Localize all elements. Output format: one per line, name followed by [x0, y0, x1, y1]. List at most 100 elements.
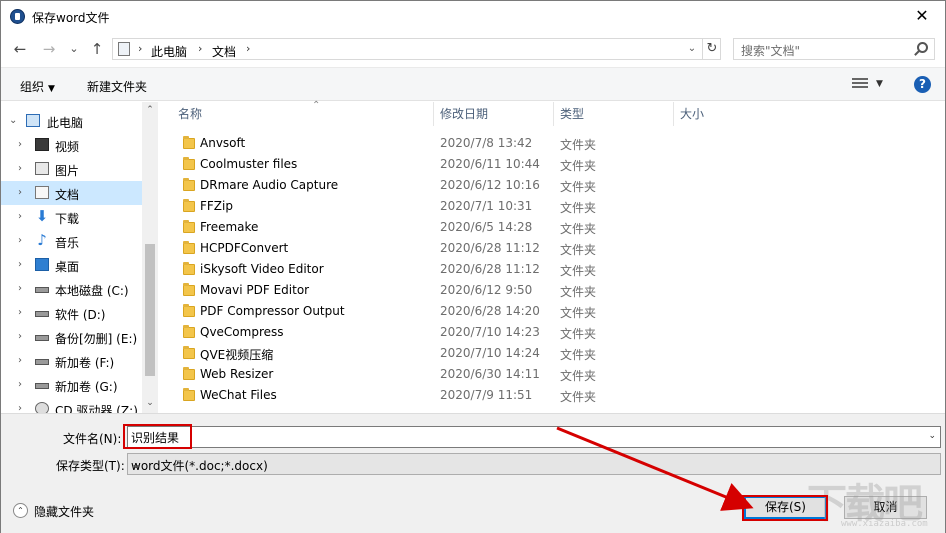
filename-field[interactable]: ⌄: [127, 426, 941, 448]
sidebar-item[interactable]: › 文档: [1, 181, 142, 205]
help-icon[interactable]: ?: [914, 76, 931, 93]
sidebar-item[interactable]: › ♪ 音乐: [1, 229, 142, 253]
organize-button[interactable]: 组织 ▼: [20, 78, 55, 95]
file-name: PDF Compressor Output: [200, 304, 345, 318]
file-date: 2020/7/10 14:24: [440, 346, 540, 360]
file-row[interactable]: iSkysoft Video Editor 2020/6/28 11:12 文件夹: [177, 260, 613, 281]
file-row[interactable]: Movavi PDF Editor 2020/6/12 9:50 文件夹: [177, 281, 613, 302]
expand-chevron-icon[interactable]: ›: [18, 331, 22, 342]
file-row[interactable]: FFZip 2020/7/1 10:31 文件夹: [177, 197, 613, 218]
scroll-thumb[interactable]: [145, 244, 155, 376]
video-icon: [35, 138, 49, 151]
sidebar-item-label: 本地磁盘 (C:): [55, 284, 129, 298]
file-date: 2020/7/9 11:51: [440, 388, 533, 402]
file-row[interactable]: QVE视频压缩 2020/7/10 14:24 文件夹: [177, 344, 613, 365]
app-icon: [10, 9, 25, 24]
expand-chevron-icon[interactable]: ›: [18, 307, 22, 318]
filename-dropdown-icon[interactable]: ⌄: [928, 431, 936, 441]
file-name: DRmare Audio Capture: [200, 178, 339, 192]
drive-icon: [35, 311, 49, 317]
file-name: QVE视频压缩: [200, 348, 274, 362]
filename-input[interactable]: [131, 429, 911, 445]
drive-icon: [35, 383, 49, 389]
back-button[interactable]: ←: [10, 39, 30, 59]
file-date: 2020/6/28 11:12: [440, 241, 540, 255]
scroll-up-arrow[interactable]: ⌃: [142, 105, 158, 115]
view-options-icon[interactable]: [852, 78, 868, 91]
save-highlight-box: [742, 495, 828, 521]
column-header-date[interactable]: 修改日期: [434, 102, 554, 126]
sidebar-item-label: 文档: [55, 188, 80, 202]
expand-chevron-icon[interactable]: ›: [18, 403, 22, 413]
expand-chevron-icon[interactable]: ›: [18, 235, 22, 246]
sidebar-item[interactable]: › 视频: [1, 133, 142, 157]
file-row[interactable]: QveCompress 2020/7/10 14:23 文件夹: [177, 323, 613, 344]
column-header-name[interactable]: 名称 ⌃: [172, 100, 434, 126]
recent-locations-button[interactable]: ⌄: [64, 39, 84, 59]
column-name-label: 名称: [178, 107, 203, 121]
collapse-icon: ⌃: [13, 503, 28, 518]
column-header-type[interactable]: 类型: [554, 102, 674, 126]
file-date: 2020/6/11 10:44: [440, 157, 540, 171]
sidebar-item[interactable]: › 新加卷 (F:): [1, 349, 142, 373]
expand-chevron-icon[interactable]: ›: [18, 355, 22, 366]
breadcrumb-documents[interactable]: 文档: [212, 43, 236, 60]
folder-icon: [183, 367, 195, 380]
sidebar-item-label: 备份[勿删] (E:): [55, 332, 138, 346]
expand-chevron-icon[interactable]: ›: [18, 211, 22, 222]
cd-drive-icon: [35, 402, 49, 413]
file-row[interactable]: HCPDFConvert 2020/6/28 11:12 文件夹: [177, 239, 613, 260]
expand-chevron-icon[interactable]: ›: [18, 163, 22, 174]
navigation-scrollbar[interactable]: ⌃ ⌄: [142, 102, 158, 413]
address-bar[interactable]: › 此电脑 › 文档 › ⌄ ↻: [112, 38, 721, 60]
file-row[interactable]: Freemake 2020/6/5 14:28 文件夹: [177, 218, 613, 239]
sidebar-item[interactable]: › 图片: [1, 157, 142, 181]
sidebar-item[interactable]: ⌄ 此电脑: [1, 109, 142, 133]
file-row[interactable]: DRmare Audio Capture 2020/6/12 10:16 文件夹: [177, 176, 613, 197]
breadcrumb-this-pc[interactable]: 此电脑: [151, 43, 187, 60]
expand-chevron-icon[interactable]: ›: [18, 187, 22, 198]
filename-label: 文件名(N):: [63, 432, 122, 446]
sidebar-item[interactable]: › 新加卷 (G:): [1, 373, 142, 397]
filetype-label: 保存类型(T):: [56, 459, 125, 473]
file-date: 2020/7/10 14:23: [440, 325, 540, 339]
forward-button[interactable]: →: [39, 39, 59, 59]
expand-chevron-icon[interactable]: ›: [18, 259, 22, 270]
organize-label: 组织: [20, 80, 45, 94]
filetype-dropdown-icon[interactable]: ⌄: [131, 457, 936, 471]
sidebar-item[interactable]: › ⬇ 下载: [1, 205, 142, 229]
pc-icon: [26, 114, 40, 127]
file-row[interactable]: Anvsoft 2020/7/8 13:42 文件夹: [177, 134, 613, 155]
expand-chevron-icon[interactable]: ›: [18, 139, 22, 150]
file-row[interactable]: Web Resizer 2020/6/30 14:11 文件夹: [177, 365, 613, 386]
file-type: 文件夹: [560, 285, 597, 299]
scroll-down-arrow[interactable]: ⌄: [142, 398, 158, 408]
sidebar-item[interactable]: › 桌面: [1, 253, 142, 277]
file-name: Web Resizer: [200, 367, 274, 381]
search-box[interactable]: 搜索"文档": [733, 38, 935, 60]
file-row[interactable]: Coolmuster files 2020/6/11 10:44 文件夹: [177, 155, 613, 176]
sidebar-item[interactable]: › 备份[勿删] (E:): [1, 325, 142, 349]
refresh-button[interactable]: ↻: [702, 39, 721, 59]
save-dialog: 保存word文件 ✕ ← → ⌄ ↑ › 此电脑 › 文档 › ⌄ ↻ 搜索"文…: [0, 0, 946, 533]
folder-icon: [183, 346, 195, 359]
view-options-caret[interactable]: ▼: [876, 79, 883, 89]
file-name: HCPDFConvert: [200, 241, 289, 255]
expand-chevron-icon[interactable]: ›: [18, 283, 22, 294]
new-folder-button[interactable]: 新建文件夹: [87, 78, 147, 95]
file-row[interactable]: PDF Compressor Output 2020/6/28 14:20 文件夹: [177, 302, 613, 323]
close-button[interactable]: ✕: [899, 1, 945, 31]
music-icon: ♪: [37, 231, 47, 249]
address-dropdown-button[interactable]: ⌄: [683, 40, 701, 58]
sidebar-item-label: 此电脑: [47, 116, 84, 130]
collapse-chevron-icon[interactable]: ⌄: [9, 115, 17, 126]
sidebar-item[interactable]: › CD 驱动器 (Z:): [1, 397, 142, 413]
up-button[interactable]: ↑: [87, 39, 107, 59]
sidebar-item[interactable]: › 本地磁盘 (C:): [1, 277, 142, 301]
sidebar-item-label: 桌面: [55, 260, 80, 274]
expand-chevron-icon[interactable]: ›: [18, 379, 22, 390]
sidebar-item[interactable]: › 软件 (D:): [1, 301, 142, 325]
file-row[interactable]: WeChat Files 2020/7/9 11:51 文件夹: [177, 386, 613, 407]
file-type: 文件夹: [560, 264, 597, 278]
column-header-size[interactable]: 大小: [674, 102, 794, 126]
